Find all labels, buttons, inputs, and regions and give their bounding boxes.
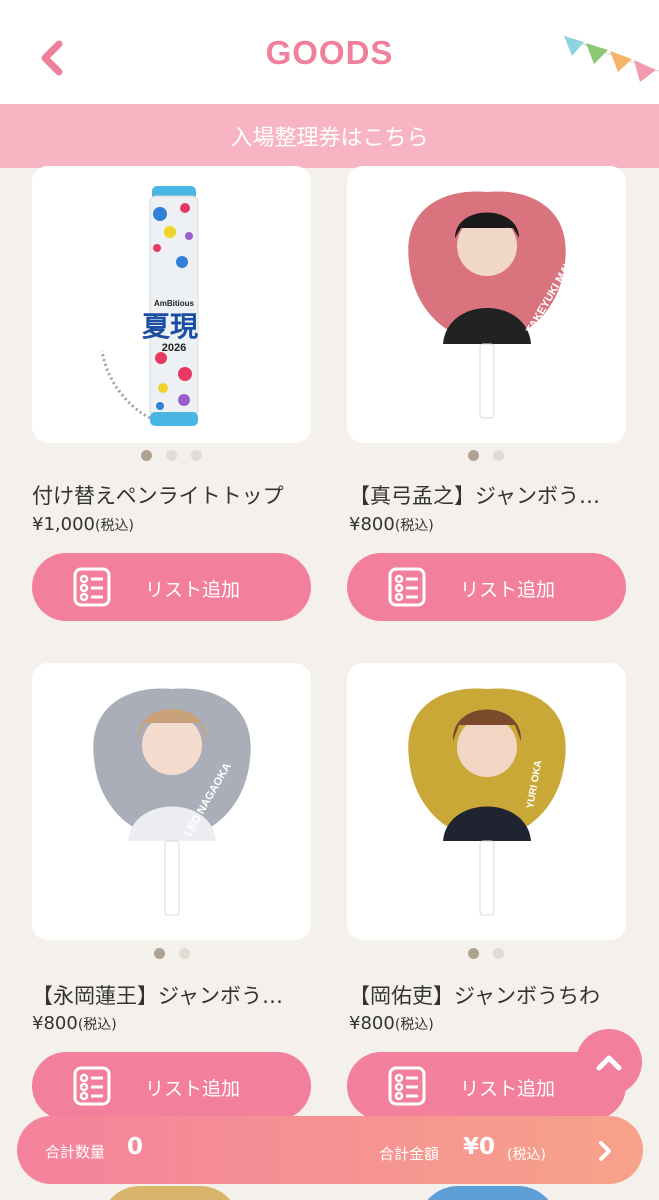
penlight-brand-text: AmBitious [154,299,195,308]
next-product-image-peek [418,1186,558,1200]
image-carousel-dots [468,450,504,461]
add-to-list-label: リスト追加 [460,1078,556,1100]
cart-summary-bar[interactable]: 合計数量 0 合計金額 ¥0 (税込) [17,1116,643,1184]
image-carousel-dots [154,948,190,959]
uchiwa-fan-icon: TAKEYUKI MAYUMI [408,191,586,419]
product-name: 付け替えペンライトトップ [32,484,284,508]
price-tax: (税込) [394,518,434,534]
total-quantity-label: 合計数量 [45,1143,106,1161]
ticket-banner-button[interactable]: 入場整理券はこちら [0,104,659,168]
price-tax: (税込) [94,518,134,534]
add-to-list-button[interactable]: リスト追加 [32,553,311,621]
add-to-list-label: リスト追加 [145,579,241,601]
carousel-dot[interactable] [468,450,479,461]
total-amount-tax: (税込) [507,1147,546,1163]
carousel-dot[interactable] [493,948,504,959]
app-header: GOODS [0,0,659,104]
chevron-right-icon [599,1141,611,1161]
product-name: 【真弓孟之】ジャンボう… [349,484,600,508]
add-to-list-label: リスト追加 [460,579,556,601]
product-image[interactable]: LEO NAGAOKA [32,663,311,940]
carousel-dot[interactable] [468,948,479,959]
penlight-top-icon: AmBitious 夏現 2026 [100,186,199,426]
uchiwa-fan-icon: YURI OKA [408,688,566,916]
image-carousel-dots [468,948,504,959]
add-to-list-button[interactable]: リスト追加 [32,1052,311,1120]
product-price: ¥1,000(税込) [32,514,134,535]
product-price: ¥800(税込) [32,1013,117,1034]
page-title: GOODS [265,34,394,71]
price-value: ¥800 [349,514,395,535]
product-price: ¥800(税込) [349,514,434,535]
carousel-dot[interactable] [179,948,190,959]
add-to-list-button[interactable]: リスト追加 [347,553,626,621]
penlight-year-text: 2026 [162,342,186,354]
scroll-to-top-button[interactable] [576,1029,642,1095]
price-tax: (税込) [394,1017,434,1033]
carousel-dot[interactable] [191,450,202,461]
next-product-image-peek [100,1186,240,1200]
checklist-icon [388,567,426,607]
total-quantity-value: 0 [127,1134,144,1160]
product-image[interactable]: AmBitious 夏現 2026 [32,166,311,443]
price-value: ¥1,000 [32,514,95,535]
price-value: ¥800 [349,1013,395,1034]
product-price: ¥800(税込) [349,1013,434,1034]
checklist-icon [73,1066,111,1106]
price-tax: (税込) [77,1017,117,1033]
product-image[interactable]: TAKEYUKI MAYUMI [347,166,626,443]
product-image[interactable]: YURI OKA [347,663,626,940]
add-to-list-label: リスト追加 [145,1078,241,1100]
penlight-title-text: 夏現 [142,310,198,343]
checklist-icon [73,567,111,607]
uchiwa-fan-icon: LEO NAGAOKA [93,688,251,916]
total-amount-label: 合計金額 [379,1145,440,1163]
image-carousel-dots [141,450,202,461]
carousel-dot[interactable] [493,450,504,461]
product-name: 【永岡蓮王】ジャンボう… [32,984,283,1008]
carousel-dot[interactable] [154,948,165,959]
product-name: 【岡佑吏】ジャンボうちわ [349,984,600,1008]
checklist-icon [388,1066,426,1106]
total-amount-value: ¥0 [463,1134,496,1160]
ticket-banner-label: 入場整理券はこちら [230,126,429,151]
bunting-decoration-icon [564,35,659,82]
price-value: ¥800 [32,1013,78,1034]
carousel-dot[interactable] [141,450,152,461]
chevron-up-icon [596,1055,622,1071]
carousel-dot[interactable] [166,450,177,461]
